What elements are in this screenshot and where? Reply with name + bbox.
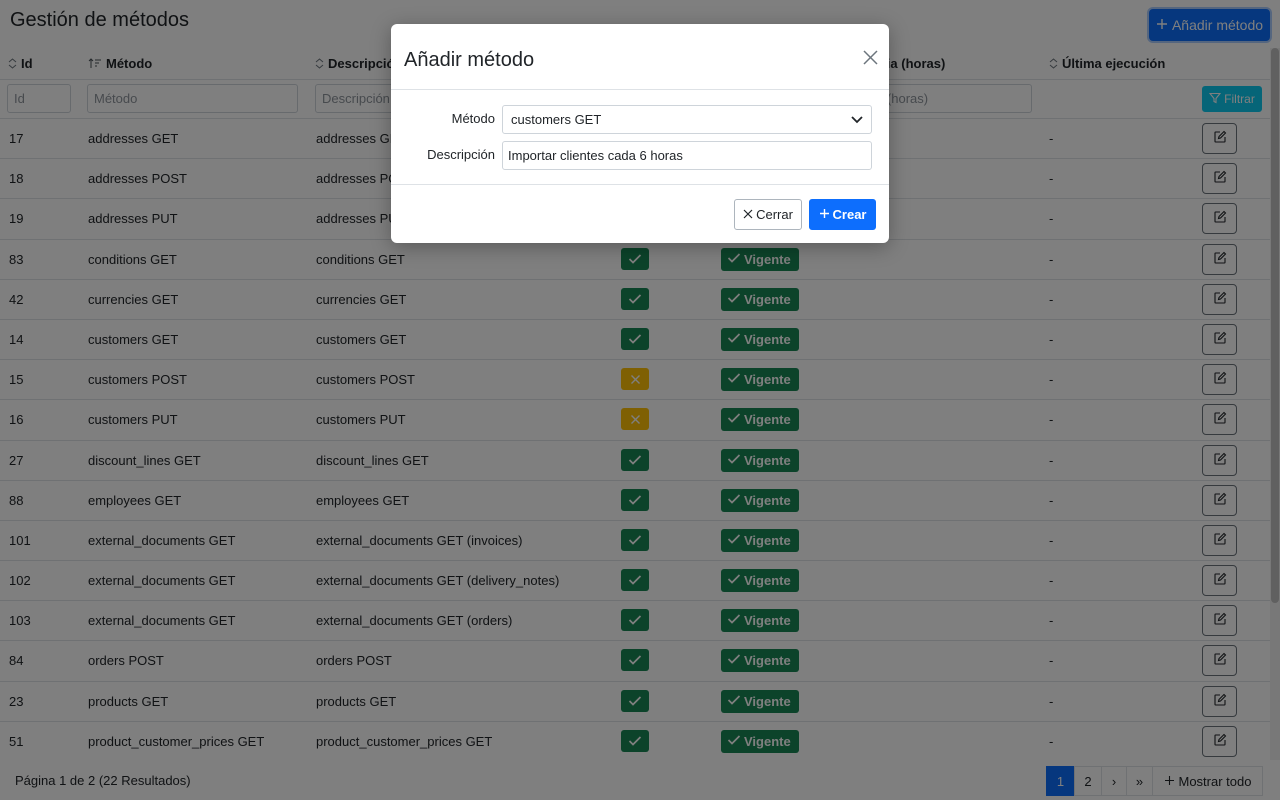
- metodo-select[interactable]: customers GET: [502, 105, 872, 134]
- metodo-label: Método: [451, 111, 495, 126]
- create-button[interactable]: Crear: [809, 199, 876, 230]
- modal-header: Añadir método: [391, 24, 889, 90]
- add-method-modal: Añadir método Método customers GET Descr…: [391, 24, 889, 243]
- close-icon[interactable]: [859, 46, 881, 68]
- chevron-down-icon: [851, 112, 863, 127]
- modal-title: Añadir método: [404, 49, 535, 71]
- cancel-button[interactable]: Cerrar: [734, 199, 802, 230]
- plus-icon: [819, 207, 830, 222]
- descripcion-label: Descripción: [427, 147, 495, 162]
- close-icon: [743, 207, 753, 222]
- metodo-select-value: customers GET: [511, 112, 602, 127]
- modal-body: Método customers GET Descripción Importa…: [391, 90, 889, 185]
- descripcion-input[interactable]: Importar clientes cada 6 horas: [502, 141, 872, 170]
